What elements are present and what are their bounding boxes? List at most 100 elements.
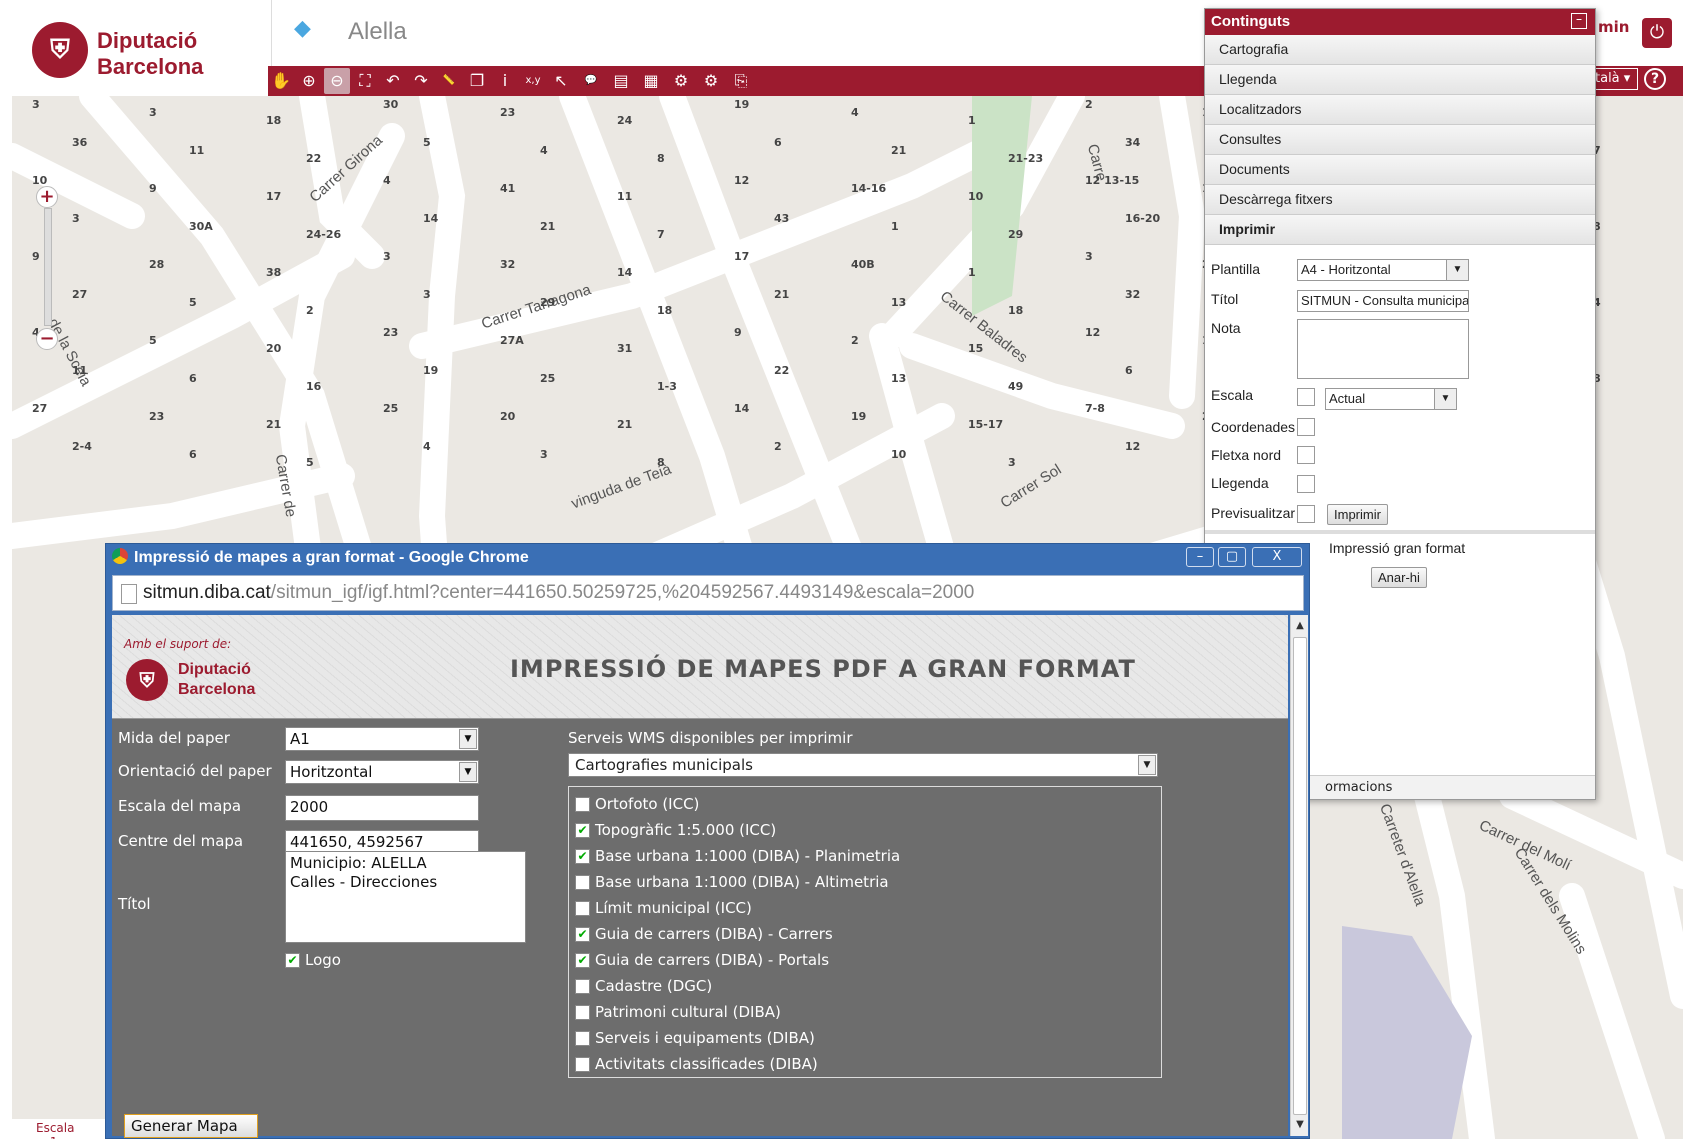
house-number: 22 <box>306 152 322 165</box>
wms-layer-checkbox[interactable] <box>575 1004 590 1020</box>
layers-icon[interactable]: ❐ <box>464 68 490 94</box>
zoom-in-button[interactable]: + <box>36 186 58 208</box>
chrome-window-title: Impressió de mapes a gran format - Googl… <box>112 548 529 567</box>
coordenades-label: Coordenades <box>1211 419 1296 435</box>
banner-title: IMPRESSIÓ DE MAPES PDF A GRAN FORMAT <box>510 655 1136 683</box>
llegenda-checkbox[interactable] <box>1297 475 1315 493</box>
orientation-select[interactable]: Horitzontal ▼ <box>285 760 479 784</box>
wms-layer-checkbox[interactable]: ✔ <box>575 952 590 968</box>
panel-section-localitzadors[interactable]: Localitzadors <box>1205 95 1595 125</box>
scrollbar-thumb[interactable] <box>1293 637 1307 1115</box>
info-icon[interactable]: i <box>492 68 518 94</box>
title-textarea[interactable]: Municipio: ALELLA Calles - Direcciones <box>285 851 526 943</box>
zoom-slider[interactable] <box>44 208 52 326</box>
wms-service-select[interactable]: Cartografies municipals ▼ <box>568 753 1158 777</box>
logout-power-icon[interactable]: ⏻ <box>1642 18 1672 48</box>
house-number: 14 <box>734 402 750 415</box>
wms-layer-label: Serveis i equipaments (DIBA) <box>595 1029 815 1047</box>
export-icon[interactable]: ⎘ <box>728 68 754 94</box>
house-number: 6 <box>189 372 197 385</box>
help-icon[interactable]: ? <box>1644 68 1666 90</box>
house-number: 12 <box>734 174 750 187</box>
wms-layer-checkbox[interactable] <box>575 978 590 994</box>
coordinates-icon[interactable]: x,y <box>520 68 546 94</box>
generate-map-button[interactable]: Generar Mapa <box>124 1114 258 1138</box>
wms-layer-checkbox[interactable]: ✔ <box>575 926 590 942</box>
zoom-control: + − <box>36 186 60 356</box>
house-number: 7-8 <box>1085 402 1105 415</box>
logo-checkbox[interactable]: ✔ <box>285 952 300 968</box>
titol-input[interactable]: SITMUN - Consulta municipal <box>1297 290 1469 312</box>
house-number: 12 <box>1125 440 1141 453</box>
settings-icon[interactable]: ⚙ <box>668 68 694 94</box>
house-number: 32 <box>1125 288 1141 301</box>
panel-section-consultes[interactable]: Consultes <box>1205 125 1595 155</box>
coordenades-checkbox[interactable] <box>1297 418 1315 436</box>
panel-section-llegenda[interactable]: Llegenda <box>1205 65 1595 95</box>
zoom-next-icon[interactable]: ↷ <box>408 68 434 94</box>
escala-checkbox[interactable] <box>1297 388 1315 406</box>
maximize-button[interactable]: ▢ <box>1218 547 1246 567</box>
zoom-in-icon[interactable]: ⊕ <box>296 68 322 94</box>
house-number: 3 <box>1008 456 1016 469</box>
language-select[interactable]: talà ▾ <box>1590 68 1638 90</box>
zoom-extent-icon[interactable]: ⛶ <box>352 68 378 94</box>
chrome-logo-icon <box>112 548 128 564</box>
panel-collapse-button[interactable]: – <box>1571 13 1587 29</box>
logo-option: ✔ Logo <box>285 951 341 969</box>
previsualitzar-checkbox[interactable] <box>1297 505 1315 523</box>
zoom-out-icon[interactable]: ⊖ <box>324 68 350 94</box>
brand-emblem-icon: ⛨ <box>32 22 88 78</box>
wms-layer-checkbox[interactable] <box>575 1056 590 1072</box>
imprimir-button[interactable]: Imprimir <box>1327 504 1388 525</box>
close-button[interactable]: X <box>1252 547 1302 567</box>
fletxa-nord-label: Fletxa nord <box>1211 447 1282 463</box>
wms-layer-label: Topogràfic 1:5.000 (ICC) <box>595 821 777 839</box>
banner-logo-line1: Diputació <box>178 661 251 678</box>
house-number: 13 <box>891 372 907 385</box>
wms-layer-checkbox[interactable]: ✔ <box>575 822 590 838</box>
bookmark-icon[interactable]: ▤ <box>608 68 634 94</box>
scroll-up-icon[interactable]: ▲ <box>1292 617 1308 635</box>
wms-layer-list: Ortofoto (ICC) ✔ Topogràfic 1:5.000 (ICC) ✔… <box>568 786 1162 1078</box>
panel-section-cartografia[interactable]: Cartografia <box>1205 35 1595 65</box>
fletxa-nord-checkbox[interactable] <box>1297 446 1315 464</box>
house-number: 36 <box>72 136 88 149</box>
nota-textarea[interactable] <box>1297 319 1469 379</box>
house-number: 12 13-15 <box>1085 174 1140 187</box>
scroll-down-icon[interactable]: ▼ <box>1292 1116 1308 1134</box>
wms-layer-checkbox[interactable] <box>575 1030 590 1046</box>
chrome-popup-window: Impressió de mapes a gran format - Googl… <box>105 543 1310 1139</box>
zoom-out-button[interactable]: − <box>36 328 58 350</box>
select-xy-icon[interactable]: ↖ <box>548 68 574 94</box>
wms-layer-checkbox[interactable]: ✔ <box>575 848 590 864</box>
admin-link[interactable]: min <box>1598 18 1629 36</box>
escala-select[interactable]: Actual ▼ <box>1325 388 1457 410</box>
address-bar[interactable]: sitmun.diba.cat/sitmun_igf/igf.html?cent… <box>112 575 1304 611</box>
vertical-scrollbar[interactable]: ▲ ▼ <box>1290 615 1308 1136</box>
house-number: 1-3 <box>657 380 677 393</box>
orientation-value: Horitzontal <box>290 763 373 781</box>
panel-section-documents[interactable]: Documents <box>1205 155 1595 185</box>
settings-2-icon[interactable]: ⚙ <box>698 68 724 94</box>
pan-hand-icon[interactable]: ✋ <box>268 68 294 94</box>
panel-section-imprimir[interactable]: Imprimir <box>1205 215 1595 245</box>
wms-layer-checkbox[interactable] <box>575 796 590 812</box>
map-scale-input[interactable]: 2000 <box>285 795 479 821</box>
paper-size-select[interactable]: A1 ▼ <box>285 727 479 751</box>
brand-logo[interactable]: ⛨ Diputació Barcelona <box>12 0 272 96</box>
zoom-previous-icon[interactable]: ↶ <box>380 68 406 94</box>
panel-section-desc-rrega-fitxers[interactable]: Descàrrega fitxers <box>1205 185 1595 215</box>
wms-layer-checkbox[interactable] <box>575 874 590 890</box>
plantilla-select[interactable]: A4 - Horitzontal ▼ <box>1297 259 1469 281</box>
comment-icon[interactable]: 💬 <box>578 68 604 94</box>
house-number: 49 <box>1008 380 1024 393</box>
wms-layer-checkbox[interactable] <box>575 900 590 916</box>
anar-hi-button[interactable]: Anar-hi <box>1371 567 1427 588</box>
wms-layer-item: Cadastre (DGC) <box>575 973 1155 999</box>
minimize-button[interactable]: – <box>1186 547 1214 567</box>
measure-icon[interactable]: 📏 <box>436 68 462 94</box>
select-area-icon[interactable]: ▦ <box>638 68 664 94</box>
chevron-down-icon: ▼ <box>1434 389 1456 409</box>
wms-layer-label: Guia de carrers (DIBA) - Portals <box>595 951 830 969</box>
